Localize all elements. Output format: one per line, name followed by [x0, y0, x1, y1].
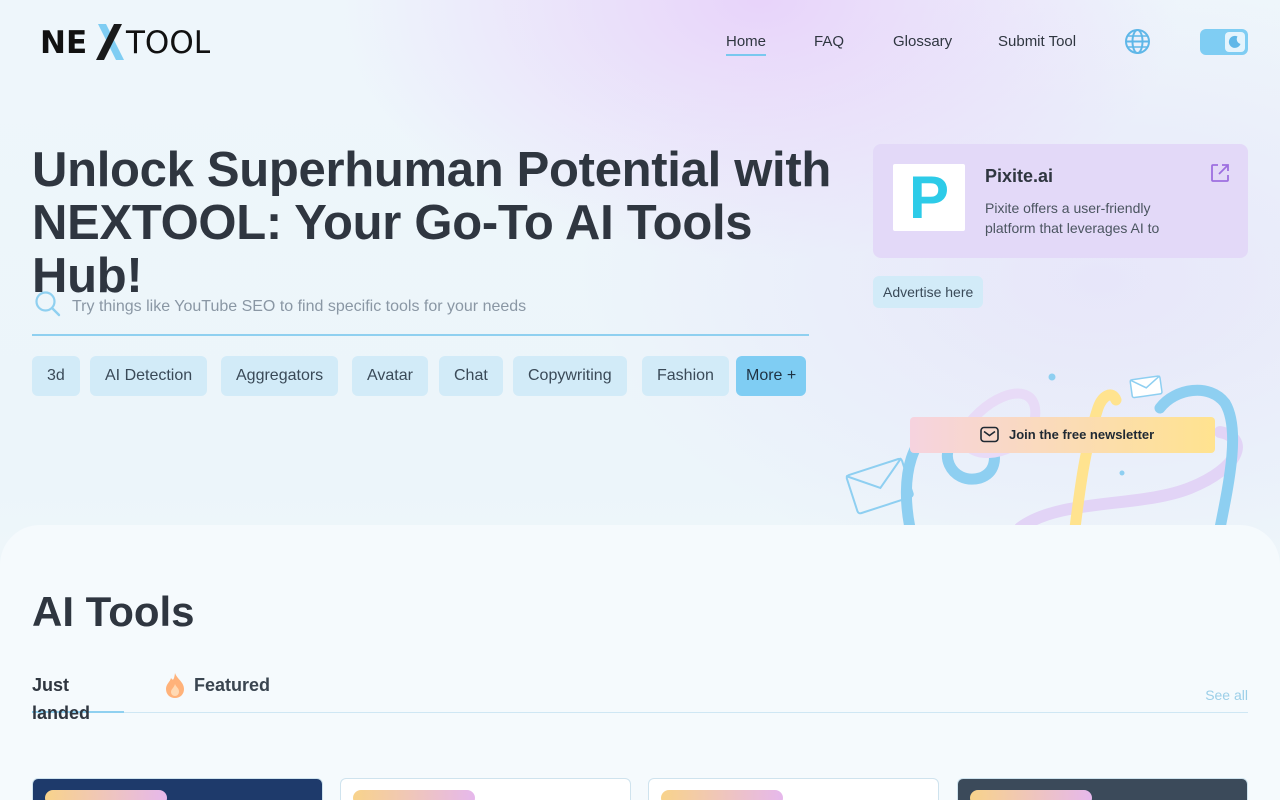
header: NE TOOL Home FAQ Glossary Submit Tool	[0, 0, 1280, 86]
tab-just-landed-label: Just landed	[32, 675, 91, 723]
hero-title: Unlock Superhuman Potential with NEXTOOL…	[32, 143, 831, 303]
sponsored-tool-name: Pixite.ai	[985, 166, 1054, 186]
advertise-here-button[interactable]: Advertise here	[873, 276, 984, 308]
nav-faq[interactable]: FAQ	[814, 30, 844, 54]
tab-featured-label: Featured	[194, 675, 271, 695]
tab-just-landed[interactable]: Just landed	[32, 671, 124, 723]
search-bar	[32, 284, 809, 336]
sponsored-tool-description: Pixite offers a user-friendly platform t…	[985, 200, 1160, 236]
tool-card-badge	[661, 790, 783, 800]
chip-more-button[interactable]: More +	[736, 356, 807, 396]
sponsored-tool-card[interactable]: P Pixite.ai Pixite offers a user-friendl…	[873, 144, 1248, 258]
tool-card[interactable]	[32, 778, 323, 800]
tool-card[interactable]	[957, 778, 1248, 800]
see-all-link[interactable]: See all	[1205, 687, 1248, 703]
tool-card-badge	[353, 790, 475, 800]
moon-icon	[1225, 32, 1245, 52]
section-title: AI Tools	[32, 588, 195, 635]
tool-cards	[32, 778, 1248, 800]
chip-ai-detection[interactable]: AI Detection	[90, 356, 208, 396]
ai-tools-section: AI Tools Just landed Featured See all	[0, 525, 1280, 800]
newsletter-label: Join the free newsletter	[1009, 427, 1155, 442]
chip-3d[interactable]: 3d	[32, 356, 80, 396]
flame-icon	[164, 671, 186, 699]
tool-card-badge	[970, 790, 1092, 800]
chip-copywriting[interactable]: Copywriting	[513, 356, 627, 396]
external-link-icon[interactable]	[1209, 162, 1231, 184]
chip-avatar[interactable]: Avatar	[352, 356, 428, 396]
search-input[interactable]	[72, 292, 792, 322]
mail-icon	[980, 426, 999, 443]
tab-featured[interactable]: Featured	[164, 671, 284, 713]
theme-toggle[interactable]	[1200, 29, 1248, 55]
tool-card[interactable]	[648, 778, 939, 800]
chip-fashion[interactable]: Fashion	[642, 356, 729, 396]
nav-home[interactable]: Home	[726, 30, 767, 56]
main-nav: Home FAQ Glossary Submit Tool	[0, 30, 1280, 60]
pixite-logo-letter: P	[908, 163, 950, 231]
nav-glossary[interactable]: Glossary	[893, 30, 952, 54]
pixite-logo: P	[893, 164, 965, 231]
globe-icon[interactable]	[1124, 28, 1151, 55]
tool-card[interactable]	[340, 778, 631, 800]
newsletter-signup-button[interactable]: Join the free newsletter	[910, 417, 1215, 453]
tool-card-badge	[45, 790, 167, 800]
tools-tabs: Just landed Featured See all	[32, 671, 1248, 723]
chip-aggregators[interactable]: Aggregators	[221, 356, 339, 396]
chip-chat[interactable]: Chat	[439, 356, 503, 396]
search-icon	[34, 290, 62, 318]
nav-submit-tool[interactable]: Submit Tool	[998, 30, 1076, 54]
